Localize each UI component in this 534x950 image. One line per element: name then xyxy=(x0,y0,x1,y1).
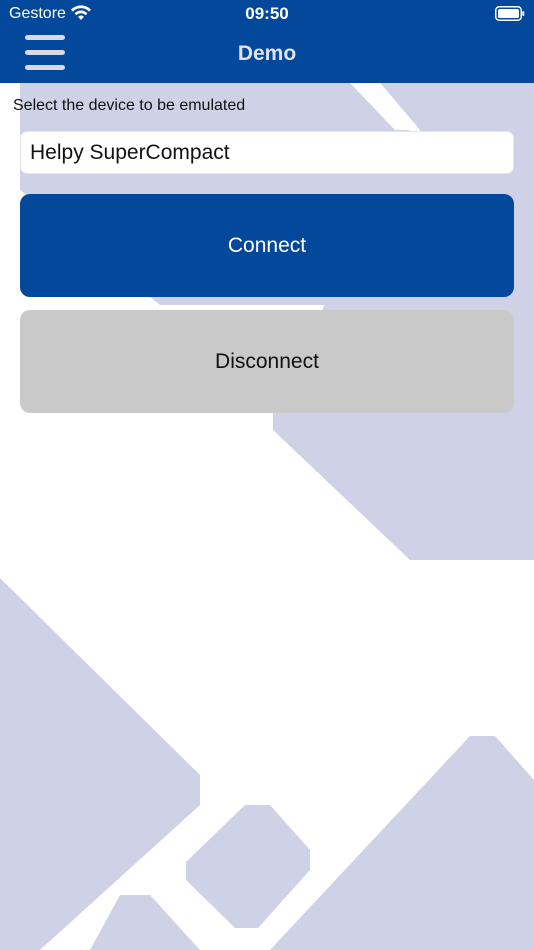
battery-icon xyxy=(495,6,525,21)
device-prompt-label: Select the device to be emulated xyxy=(13,97,246,114)
disconnect-button[interactable]: Disconnect xyxy=(20,310,514,413)
device-select-field[interactable] xyxy=(20,131,514,174)
status-time: 09:50 xyxy=(245,4,289,23)
app-header: Gestore 09:50 Demo xyxy=(0,0,534,83)
page-title: Demo xyxy=(237,42,297,65)
connect-button[interactable]: Connect xyxy=(20,194,514,297)
